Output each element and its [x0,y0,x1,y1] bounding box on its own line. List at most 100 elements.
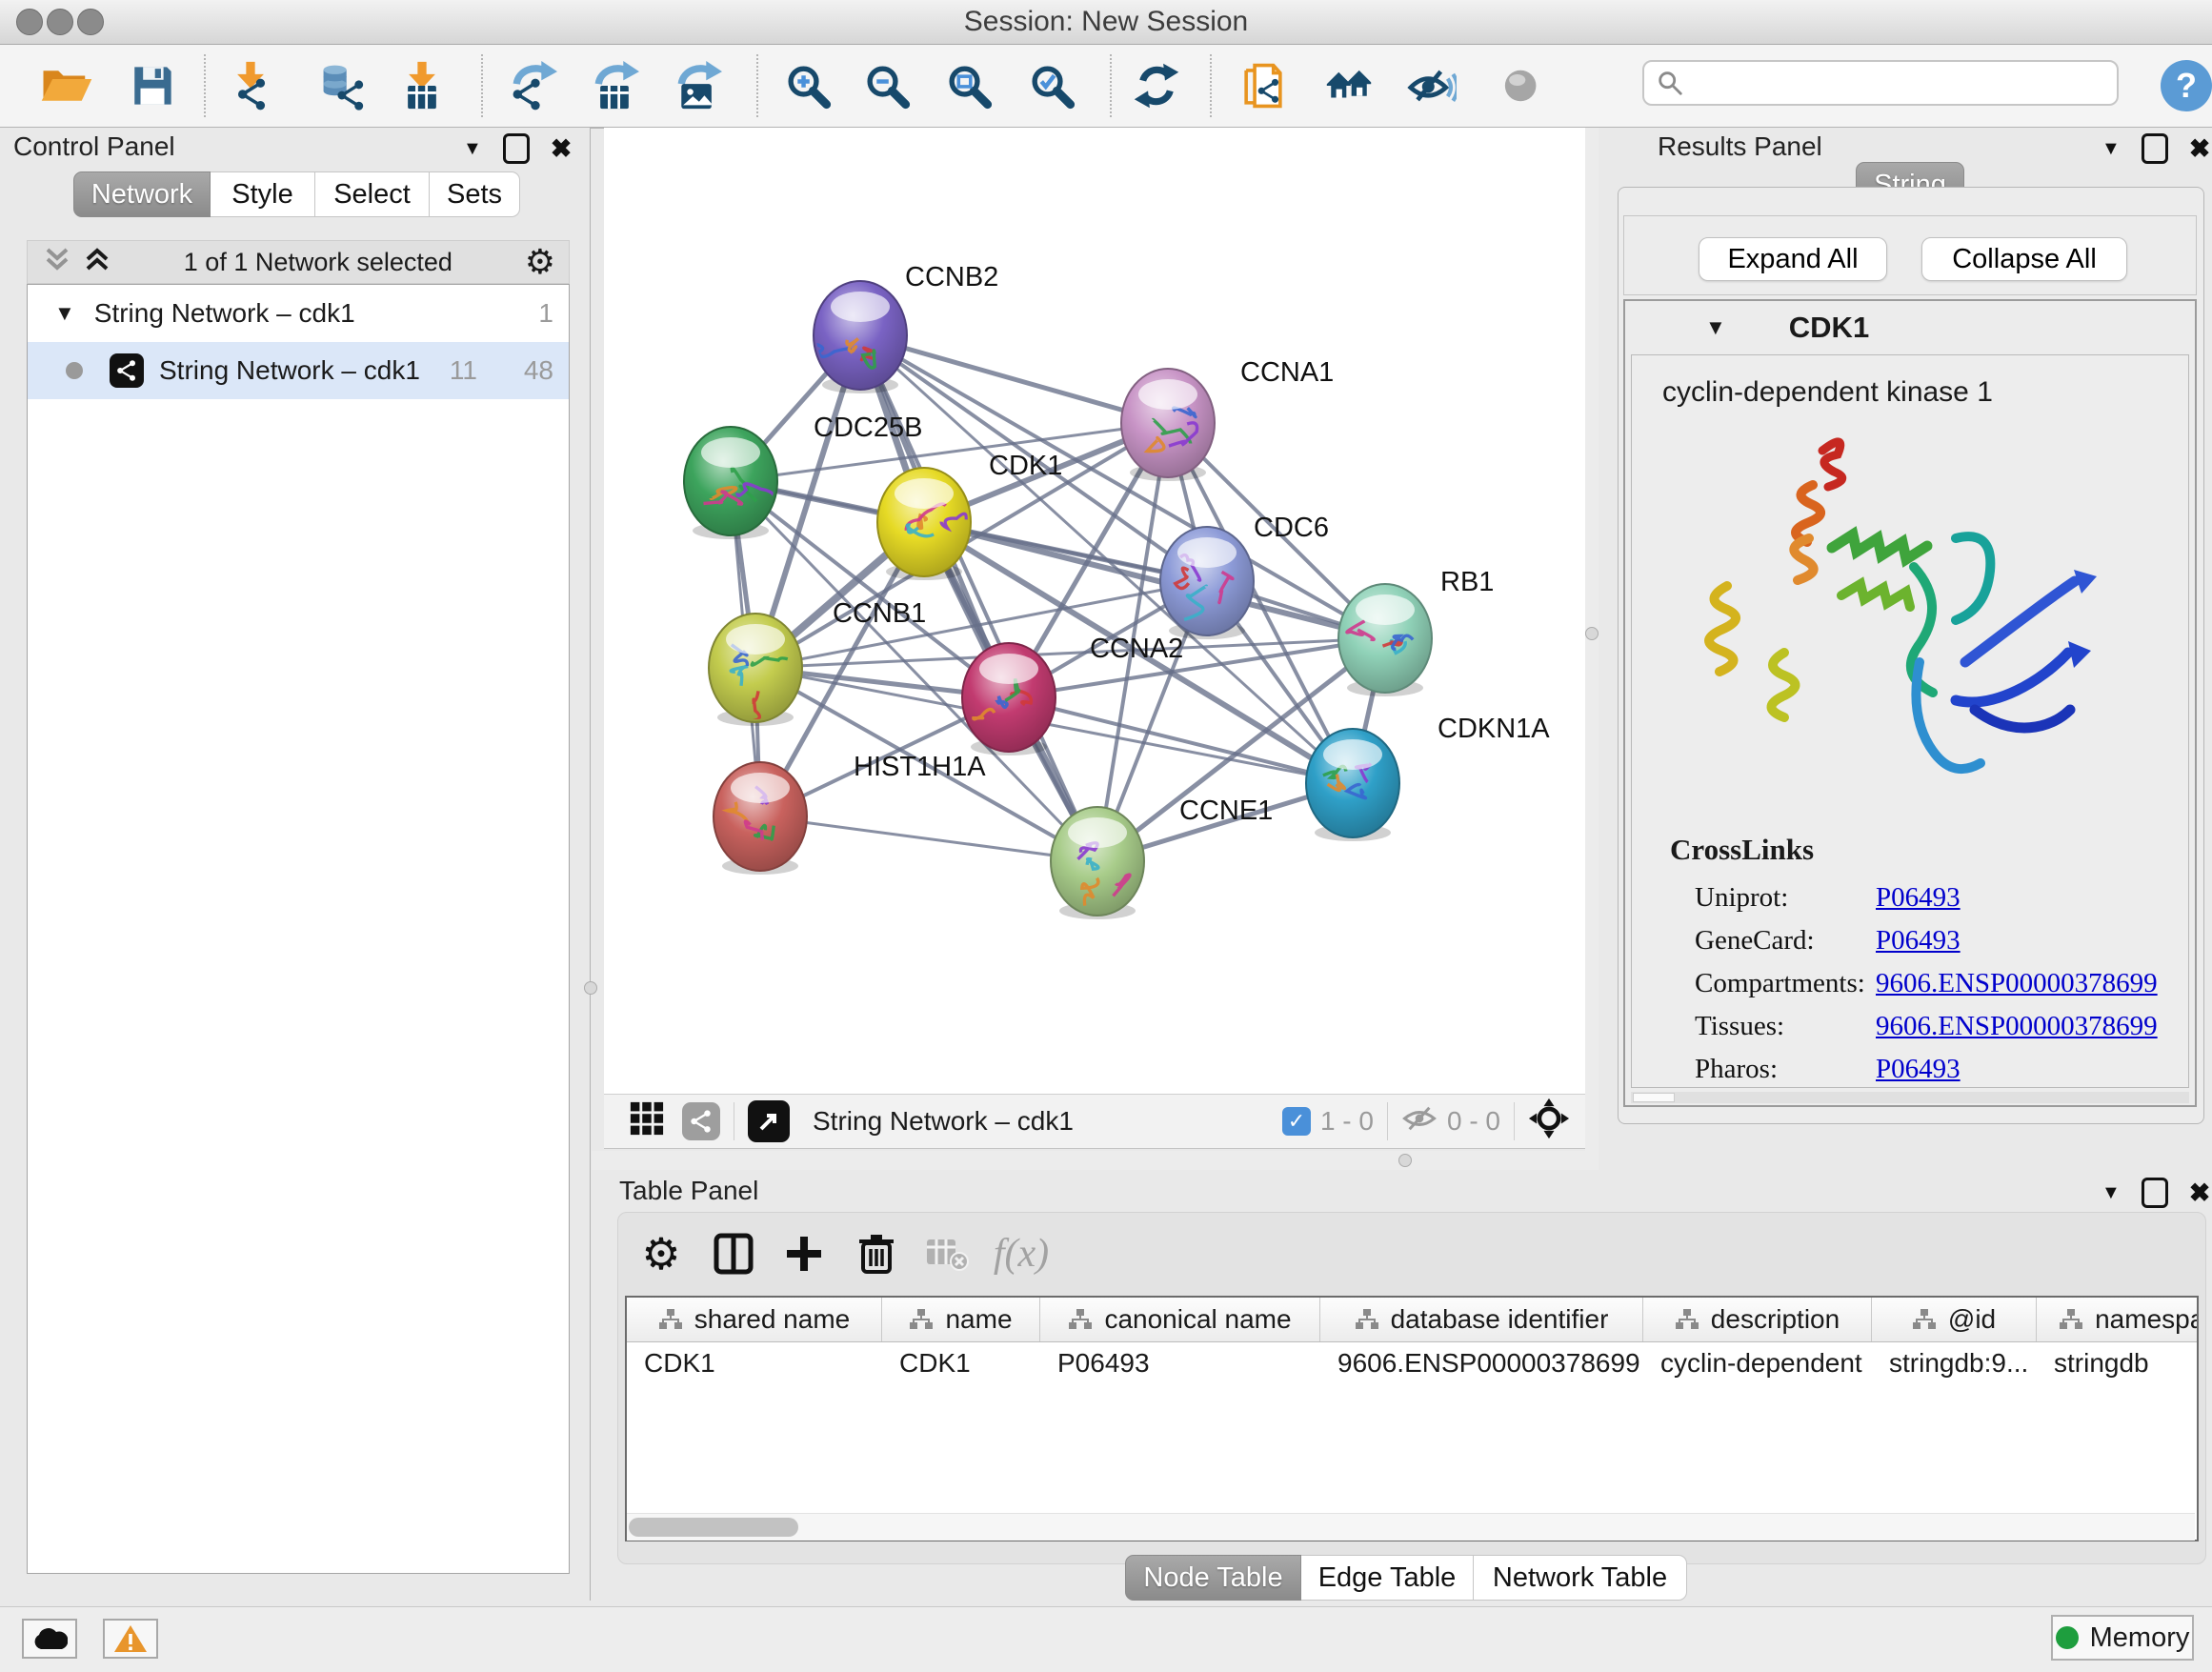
edge-CCNE1-HIST1H1A[interactable] [760,816,1097,861]
vertical-splitter-grip[interactable] [1585,627,1599,640]
tab-node-table[interactable]: Node Table [1125,1555,1301,1601]
tab-network-table[interactable]: Network Table [1474,1555,1687,1601]
panel-close-icon[interactable]: ✖ [551,134,573,164]
results-scrollbar-track[interactable] [1631,1092,2189,1103]
crosslink-value-link[interactable]: P06493 [1876,925,1961,957]
left-splitter-grip[interactable] [584,981,597,995]
open-session-icon[interactable] [38,56,95,115]
node-CCNB2[interactable] [813,281,907,393]
column-header-namespace[interactable]: namespace [2037,1298,2199,1341]
column-header-canonicalname[interactable]: canonical name [1040,1298,1320,1341]
node-HIST1H1A[interactable] [714,762,807,875]
panel-collapse-icon[interactable]: ▼ [463,138,482,160]
node-CCNE1[interactable] [1051,807,1144,919]
section-expander-icon[interactable]: ▼ [1705,315,1726,340]
table-delete-table-icon[interactable] [916,1229,977,1279]
gene-section-header[interactable]: ▼ CDK1 [1625,301,2195,354]
node-CDK1[interactable] [877,468,971,580]
panel-close-icon[interactable]: ✖ [2189,1178,2211,1208]
table-hscrollbar-track[interactable] [627,1513,2195,1541]
network-view-icon[interactable] [682,1102,720,1140]
network-row[interactable]: String Network – cdk1 11 48 [28,342,569,399]
search-input[interactable] [1684,68,2088,99]
selected-checkbox-icon[interactable]: ✓ [1282,1107,1311,1136]
zoom-out-icon[interactable] [858,56,915,115]
zoom-fit-icon[interactable] [940,56,997,115]
table-add-icon[interactable] [774,1229,835,1279]
panel-float-icon[interactable] [2142,1178,2168,1208]
node-CDKN1A[interactable] [1306,729,1399,841]
panel-float-icon[interactable] [2142,133,2168,164]
table-hscrollbar-thumb[interactable] [629,1518,798,1537]
hide-selected-icon[interactable] [1403,56,1460,115]
search-field[interactable] [1642,60,2119,106]
tab-select[interactable]: Select [315,171,430,217]
node-CCNA1[interactable] [1121,369,1215,481]
node-CDC25B[interactable] [684,427,777,539]
fit-content-crosshair-icon[interactable] [1528,1098,1570,1146]
warnings-button[interactable] [103,1619,158,1659]
cloud-status-button[interactable] [22,1619,77,1659]
import-table-from-file-icon[interactable] [393,56,451,115]
network-view-canvas[interactable]: CCNB2CCNA1CDC25BCDK1CDC6RB1CCNB1CCNA2CDK… [604,128,1585,1094]
panel-float-icon[interactable] [503,133,530,164]
export-table-icon[interactable] [586,56,643,115]
toolbar-separator [756,54,758,117]
column-header-databaseidentifier[interactable]: database identifier [1320,1298,1643,1341]
collapse-all-networks-icon[interactable] [43,244,71,281]
zoom-window-button[interactable] [77,9,104,35]
crosslink-value-link[interactable]: 9606.ENSP00000378699 [1876,1011,2158,1042]
first-neighbors-icon[interactable] [1320,56,1377,115]
crosslink-value-link[interactable]: P06493 [1876,1054,1961,1085]
column-header-id[interactable]: @id [1872,1298,2037,1341]
detach-view-icon[interactable] [748,1100,790,1142]
network-collection-row[interactable]: ▼ String Network – cdk1 1 [28,285,569,342]
table-columns-icon[interactable] [703,1229,764,1279]
horizontal-splitter-grip[interactable] [1398,1154,1412,1167]
panel-close-icon[interactable]: ✖ [2189,134,2211,164]
import-network-from-database-icon[interactable] [314,56,372,115]
export-network-icon[interactable] [504,56,561,115]
zoom-in-icon[interactable] [779,56,836,115]
memory-button[interactable]: Memory [2051,1615,2194,1661]
table-trash-icon[interactable] [846,1229,907,1279]
grid-view-icon[interactable] [629,1100,665,1143]
tab-network[interactable]: Network [73,171,211,217]
panel-collapse-icon[interactable]: ▼ [2101,1182,2121,1204]
help-button[interactable]: ? [2161,60,2212,111]
refresh-view-icon[interactable] [1128,56,1185,115]
vertical-splitter[interactable] [1585,128,1599,1151]
node-table[interactable]: shared namenamecanonical namedatabase id… [625,1296,2199,1541]
column-header-sharedname[interactable]: shared name [627,1298,882,1341]
node-CCNB1[interactable] [709,614,802,726]
collection-count: 1 [355,298,553,329]
tab-sets[interactable]: Sets [430,171,520,217]
show-all-icon[interactable] [1493,56,1550,115]
import-network-from-file-icon[interactable] [222,56,279,115]
expand-all-networks-icon[interactable] [83,244,111,281]
crosslink-value-link[interactable]: P06493 [1876,882,1961,914]
tab-style[interactable]: Style [211,171,315,217]
memory-label: Memory [2090,1622,2190,1654]
table-gear-icon[interactable]: ⚙ [631,1229,692,1279]
expand-all-button[interactable]: Expand All [1699,237,1887,281]
column-header-name[interactable]: name [882,1298,1040,1341]
results-scrollbar-thumb[interactable] [1633,1093,1675,1102]
column-header-description[interactable]: description [1643,1298,1872,1341]
collapse-all-button[interactable]: Collapse All [1921,237,2127,281]
export-image-icon[interactable] [669,56,726,115]
minimize-window-button[interactable] [47,9,73,35]
crosslink-value-link[interactable]: 9606.ENSP00000378699 [1876,968,2158,999]
zoom-selected-icon[interactable] [1023,56,1080,115]
table-row[interactable]: CDK1CDK1P064939606.ENSP00000378699cyclin… [627,1342,2197,1384]
panel-collapse-icon[interactable]: ▼ [2101,138,2121,160]
tree-expander-icon[interactable]: ▼ [54,301,75,326]
save-session-icon[interactable] [124,56,181,115]
network-options-gear-icon[interactable]: ⚙ [525,242,555,282]
tab-edge-table[interactable]: Edge Table [1301,1555,1474,1601]
table-function-icon[interactable]: f(x) [991,1229,1052,1279]
close-window-button[interactable] [16,9,43,35]
export-web-page-icon[interactable] [1235,56,1292,115]
selected-count: 1 - 0 [1320,1106,1374,1137]
node-RB1[interactable] [1338,584,1432,696]
